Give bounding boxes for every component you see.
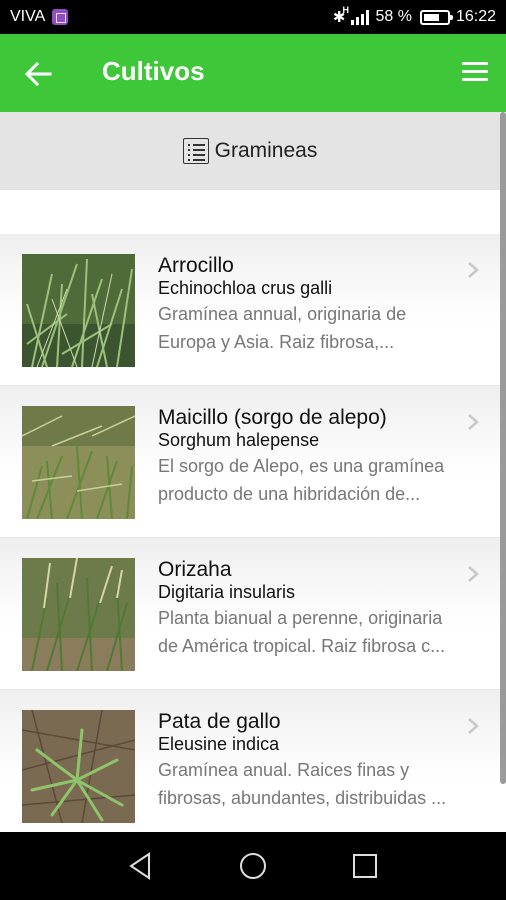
item-common-name: Maicillo (sorgo de alepo) — [158, 406, 387, 429]
item-description-line: Gramínea annual, originaria de — [158, 304, 407, 324]
menu-icon[interactable] — [462, 62, 488, 84]
item-description: El sorgo de Alepo, es una gramínea produ… — [158, 452, 472, 508]
clock: 16:22 — [455, 8, 496, 25]
scrollbar[interactable] — [500, 112, 506, 784]
chevron-right-icon — [468, 566, 479, 582]
item-description-line: producto de una hibridación de... — [158, 484, 421, 504]
list-item[interactable]: Maicillo (sorgo de alepo) Sorghum halepe… — [0, 386, 500, 538]
navigation-bar — [0, 832, 506, 900]
item-scientific-name: Digitaria insularis — [158, 582, 296, 602]
list-icon — [182, 138, 209, 164]
item-description: Gramínea anual. Raices finas y fibrosas,… — [158, 756, 472, 812]
plant-thumbnail — [22, 710, 135, 823]
weed-list: Arrocillo Echinochloa crus galli Gramíne… — [0, 234, 500, 842]
status-bar: VIVA ✱ H 58 % 16:22 — [0, 0, 506, 34]
item-common-name: Pata de gallo — [158, 710, 281, 733]
item-description-line: fibrosas, abundantes, distribuidas ... — [158, 788, 447, 808]
back-arrow-icon[interactable] — [24, 60, 52, 88]
chevron-right-icon — [468, 414, 479, 430]
signal-icon: H — [342, 5, 370, 25]
nav-home-icon[interactable] — [237, 850, 269, 882]
list-item[interactable]: Arrocillo Echinochloa crus galli Gramíne… — [0, 234, 500, 386]
plant-thumbnail — [22, 558, 135, 671]
item-scientific-name: Echinochloa crus galli — [158, 278, 333, 298]
item-description-line: de América tropical. Raiz fibrosa c... — [158, 636, 446, 656]
category-label: Gramineas — [214, 139, 318, 162]
plant-thumbnail — [22, 406, 135, 519]
list-item[interactable]: Pata de gallo Eleusine indica Gramínea a… — [0, 690, 500, 842]
page-title: Cultivos — [102, 56, 205, 86]
gallery-notification-icon — [52, 9, 69, 25]
nav-back-icon[interactable] — [125, 850, 157, 882]
item-description: Planta bianual a perenne, originaria de … — [158, 604, 472, 660]
item-scientific-name: Sorghum halepense — [158, 430, 320, 450]
category-header[interactable]: Gramineas — [0, 112, 500, 190]
item-scientific-name: Eleusine indica — [158, 734, 280, 754]
chevron-right-icon — [468, 262, 479, 278]
item-description: Gramínea annual, originaria de Europa y … — [158, 300, 472, 356]
carrier-label: VIVA — [10, 8, 46, 25]
app-bar: Cultivos — [0, 34, 506, 112]
plant-thumbnail — [22, 254, 135, 367]
item-description-line: Gramínea anual. Raices finas y — [158, 760, 410, 780]
nav-recents-icon[interactable] — [349, 850, 381, 882]
battery-percent: 58 % — [375, 8, 412, 25]
chevron-right-icon — [468, 718, 479, 734]
network-type-label: H — [342, 5, 349, 15]
item-common-name: Arrocillo — [158, 254, 234, 277]
item-common-name: Orizaha — [158, 558, 232, 581]
item-description-line: Planta bianual a perenne, originaria — [158, 608, 443, 628]
battery-icon — [419, 9, 453, 25]
item-description-line: El sorgo de Alepo, es una gramínea — [158, 456, 445, 476]
item-description-line: Europa y Asia. Raiz fibrosa,... — [158, 332, 395, 352]
list-item[interactable]: Orizaha Digitaria insularis Planta bianu… — [0, 538, 500, 690]
